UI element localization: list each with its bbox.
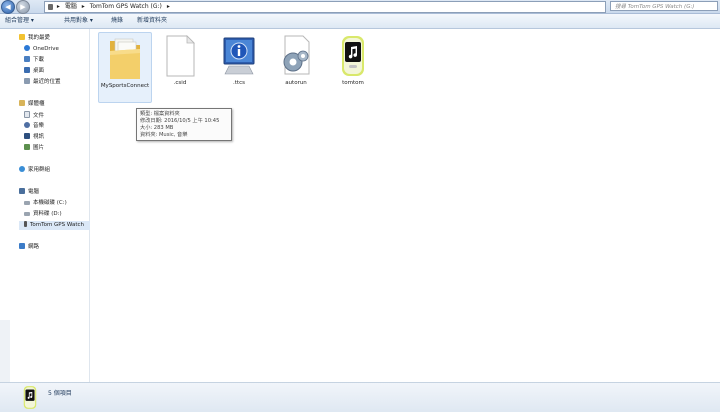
computer-icon (19, 188, 25, 194)
recent-places-icon (24, 78, 30, 84)
nav-homegroup[interactable]: 家用群組 (19, 166, 50, 175)
file-label: autorun (285, 80, 307, 86)
command-bar: 組合管理 ▾ 共用對象 ▾ 燒錄 新增資料夾 (0, 14, 720, 29)
tooltip-contents: 資料夾: Music, 音樂 (140, 132, 188, 138)
file-list: MySportsConnect .csid .ttcs autorun tomt… (90, 29, 720, 382)
hard-drive-icon (24, 212, 30, 216)
nav-tomtom-drive[interactable]: TomTom GPS Watch (19, 221, 94, 230)
item-count: 5 個項目 (48, 390, 72, 397)
nav-recent-places[interactable]: 最近的位置 (24, 78, 61, 87)
share-button[interactable]: 共用對象 ▾ (64, 16, 93, 26)
file-label: .csid (173, 80, 187, 86)
file-item[interactable]: MySportsConnect (98, 32, 152, 103)
breadcrumb-computer[interactable]: 電腦 (65, 2, 77, 12)
pictures-icon (24, 144, 30, 150)
cloud-icon (24, 45, 30, 51)
breadcrumb-separator: ▸ (56, 3, 60, 10)
video-icon (24, 133, 30, 139)
nav-pictures[interactable]: 圖片 (24, 144, 44, 153)
nav-videos[interactable]: 視訊 (24, 133, 44, 142)
file-item[interactable]: tomtom (328, 34, 378, 87)
search-input[interactable]: 搜尋 TomTom GPS Watch (G:) (610, 1, 718, 11)
nav-onedrive[interactable]: OneDrive (24, 45, 59, 54)
nav-libraries[interactable]: 媒體櫃 (19, 100, 45, 109)
new-folder-button[interactable]: 新增資料夾 (137, 16, 167, 26)
file-item[interactable]: autorun (271, 34, 321, 87)
nav-local-disk-c[interactable]: 本機磁碟 (C:) (24, 199, 67, 208)
desktop-icon (24, 67, 30, 73)
file-item[interactable]: .ttcs (214, 34, 264, 87)
file-item[interactable]: .csid (155, 34, 205, 87)
hard-drive-icon (24, 201, 30, 205)
tomtom-watch-icon (23, 386, 37, 409)
tooltip-size: 大小: 283 MB (140, 125, 174, 131)
breadcrumb-separator: ▸ (166, 3, 170, 10)
address-bar-row: ◀ ▶ ▸ 電腦 ▸ TomTom GPS Watch (G:) ▸ 搜尋 To… (0, 0, 720, 14)
navigation-pane: 我的最愛 OneDrive 下載 桌面 最近的位置 媒體櫃 文件 音樂 視訊 圖… (0, 29, 94, 382)
nav-data-disk-d[interactable]: 資料碟 (D:) (24, 210, 62, 219)
tooltip-modified: 修改日期: 2016/10/5 上午 10:45 (140, 118, 220, 124)
burn-button[interactable]: 燒錄 (111, 16, 123, 26)
nav-desktop[interactable]: 桌面 (24, 67, 44, 76)
settings-file-icon (283, 35, 310, 75)
forward-button[interactable]: ▶ (16, 0, 30, 14)
documents-icon (24, 111, 30, 118)
download-icon (24, 56, 30, 62)
breadcrumb-separator: ▸ (81, 3, 85, 10)
usb-drive-icon (24, 221, 27, 227)
nav-downloads[interactable]: 下載 (24, 56, 44, 65)
nav-computer[interactable]: 電腦 (19, 188, 39, 197)
homegroup-icon (19, 166, 25, 172)
window-edge (0, 320, 10, 382)
organize-button[interactable]: 組合管理 ▾ (5, 16, 34, 26)
blank-file-icon (166, 35, 195, 77)
nav-documents[interactable]: 文件 (24, 111, 44, 120)
drive-icon (48, 4, 53, 10)
file-label: MySportsConnect (100, 83, 150, 89)
folder-icon (110, 38, 140, 79)
tomtom-watch-icon (342, 36, 364, 76)
breadcrumb-drive[interactable]: TomTom GPS Watch (G:) (90, 2, 162, 12)
address-input[interactable]: ▸ 電腦 ▸ TomTom GPS Watch (G:) ▸ (44, 1, 606, 13)
back-button[interactable]: ◀ (1, 0, 15, 14)
star-icon (19, 34, 25, 40)
file-label: .ttcs (233, 80, 245, 86)
library-icon (19, 100, 25, 106)
info-file-icon (223, 37, 255, 75)
file-tooltip: 類型: 檔案資料夾 修改日期: 2016/10/5 上午 10:45 大小: 2… (136, 108, 232, 141)
music-icon (24, 122, 30, 128)
file-label: tomtom (342, 80, 364, 86)
nav-favorites[interactable]: 我的最愛 (19, 34, 50, 43)
tooltip-type: 類型: 檔案資料夾 (140, 111, 180, 117)
nav-network[interactable]: 網路 (19, 243, 39, 252)
network-icon (19, 243, 25, 249)
details-pane: 5 個項目 (0, 382, 720, 412)
nav-music[interactable]: 音樂 (24, 122, 44, 131)
